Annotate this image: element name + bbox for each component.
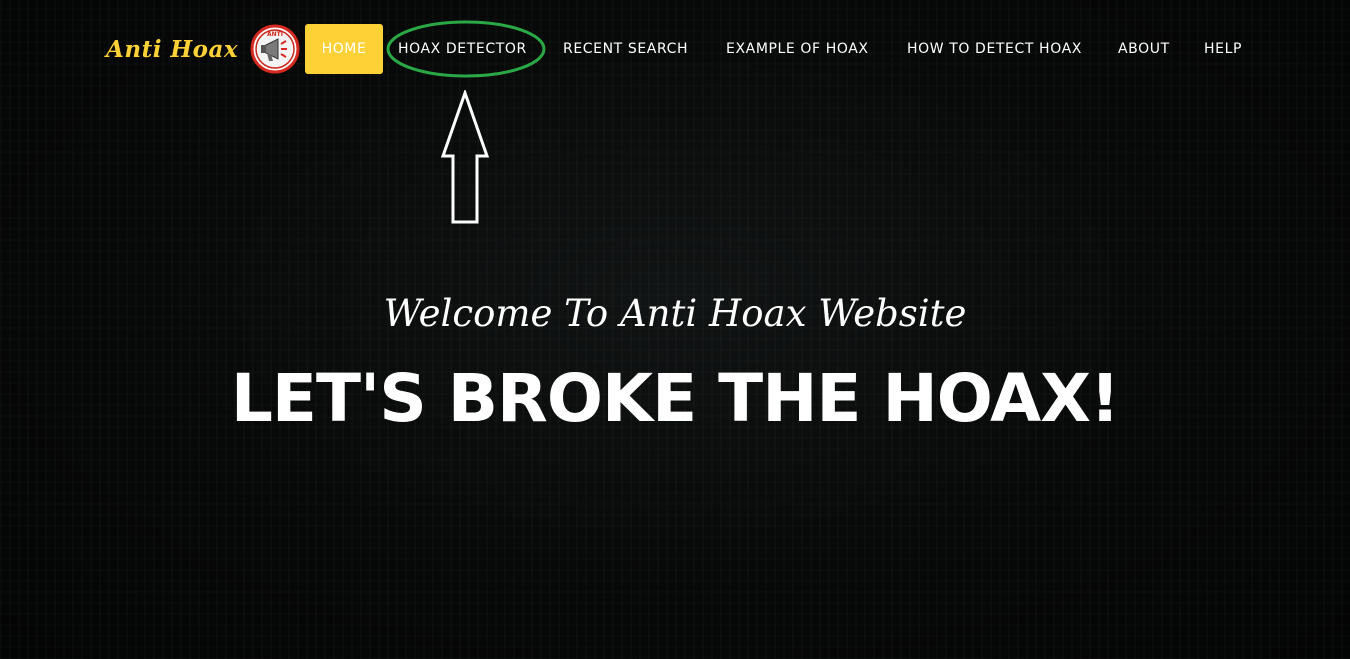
megaphone-icon: ANTI <box>250 24 300 74</box>
logo-text: ANTI <box>267 31 283 38</box>
nav-how-to-detect-hoax[interactable]: HOW TO DETECT HOAX <box>907 24 1082 74</box>
nav-home[interactable]: HOME <box>305 24 383 74</box>
brand-name: Anti Hoax <box>106 35 239 63</box>
hero-title: LET'S BROKE THE HOAX! <box>230 360 1120 437</box>
navbar: Anti Hoax ANTI HOME HOAX DETECTOR RECENT… <box>0 0 1350 98</box>
arrow-up-icon <box>440 90 490 224</box>
nav-recent-search[interactable]: RECENT SEARCH <box>563 24 688 74</box>
brand[interactable]: Anti Hoax ANTI <box>106 24 300 74</box>
nav-about[interactable]: ABOUT <box>1118 24 1170 74</box>
nav-example-of-hoax[interactable]: EXAMPLE OF HOAX <box>726 24 869 74</box>
nav-help[interactable]: HELP <box>1204 24 1242 74</box>
hero-subtitle: Welcome To Anti Hoax Website <box>383 292 967 335</box>
highlight-ellipse <box>386 20 546 78</box>
